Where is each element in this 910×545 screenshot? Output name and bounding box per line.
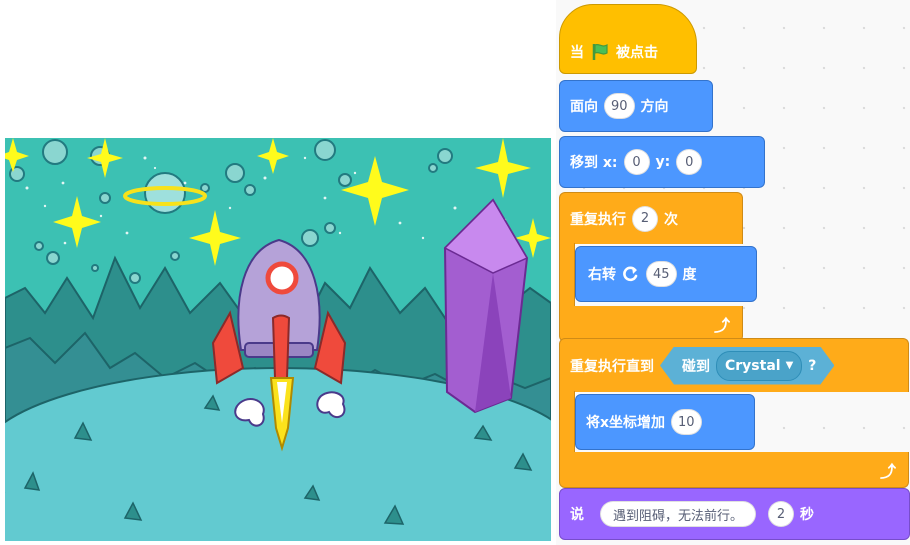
stage-scene [5, 138, 551, 541]
turn-right-prefix: 右转 [588, 267, 616, 283]
turn-right-block[interactable]: 右转 45 度 [575, 246, 757, 302]
repeat-prefix: 重复执行 [570, 211, 626, 228]
y-input[interactable]: 0 [676, 149, 703, 175]
repeat-block-arm [559, 243, 575, 307]
repeat-suffix: 次 [664, 211, 678, 228]
change-x-input[interactable]: 10 [671, 409, 702, 435]
rotate-right-icon [623, 266, 638, 282]
x-input[interactable]: 0 [623, 149, 650, 175]
repeat-until-prefix: 重复执行直到 [570, 358, 654, 375]
say-prefix: 说 [570, 507, 584, 523]
turn-degrees-input[interactable]: 45 [646, 261, 677, 287]
loop-arrow-icon: ⤴ [713, 315, 730, 335]
repeat-until-block[interactable]: 重复执行直到 碰到 Crystal ▼ ? [559, 338, 909, 392]
go-to-xy-block[interactable]: 移到 x: 0 y: 0 [559, 136, 765, 188]
repeat-block-footer: ⤴ [559, 306, 743, 342]
touching-target-dropdown[interactable]: Crystal ▼ [716, 351, 802, 381]
point-direction-suffix: 方向 [640, 99, 669, 115]
stage[interactable] [5, 138, 551, 541]
repeat-count-input[interactable]: 2 [632, 205, 658, 232]
chevron-down-icon: ▼ [785, 360, 794, 371]
say-suffix: 秒 [800, 507, 815, 523]
touching-object-block[interactable]: 碰到 Crystal ▼ ? [660, 347, 834, 385]
repeat-until-arm [559, 391, 575, 453]
hat-suffix-label: 被点击 [616, 45, 658, 61]
change-x-prefix: 将x坐标增加 [586, 415, 666, 431]
repeat-block[interactable]: 重复执行 2 次 [559, 192, 743, 244]
code-workspace[interactable]: 当 被点击 面向 90 方向 移到 x: 0 y: 0 重复执行 2 次 ⤴ 右… [556, 0, 910, 545]
loop-arrow-icon: ⤴ [879, 461, 896, 481]
touching-question-mark: ? [808, 357, 817, 374]
change-x-block[interactable]: 将x坐标增加 10 [575, 394, 755, 450]
direction-input[interactable]: 90 [604, 93, 635, 119]
green-flag-icon [592, 43, 608, 60]
touching-label: 碰到 [682, 358, 710, 375]
say-for-secs-block[interactable]: 说 遇到阻碍，无法前行。 2 秒 [559, 488, 910, 540]
say-message-input[interactable]: 遇到阻碍，无法前行。 [600, 501, 757, 527]
goto-prefix: 移到 x: [570, 155, 618, 171]
say-seconds-input[interactable]: 2 [768, 501, 795, 527]
point-direction-prefix: 面向 [570, 99, 598, 115]
repeat-until-footer: ⤴ [559, 452, 909, 488]
when-flag-clicked-block[interactable]: 当 被点击 [559, 4, 697, 74]
hat-prefix-label: 当 [570, 45, 584, 61]
turn-right-suffix: 度 [682, 267, 697, 283]
point-in-direction-block[interactable]: 面向 90 方向 [559, 80, 713, 132]
goto-y-label: y: [655, 154, 671, 170]
touching-target-value: Crystal [725, 357, 781, 374]
